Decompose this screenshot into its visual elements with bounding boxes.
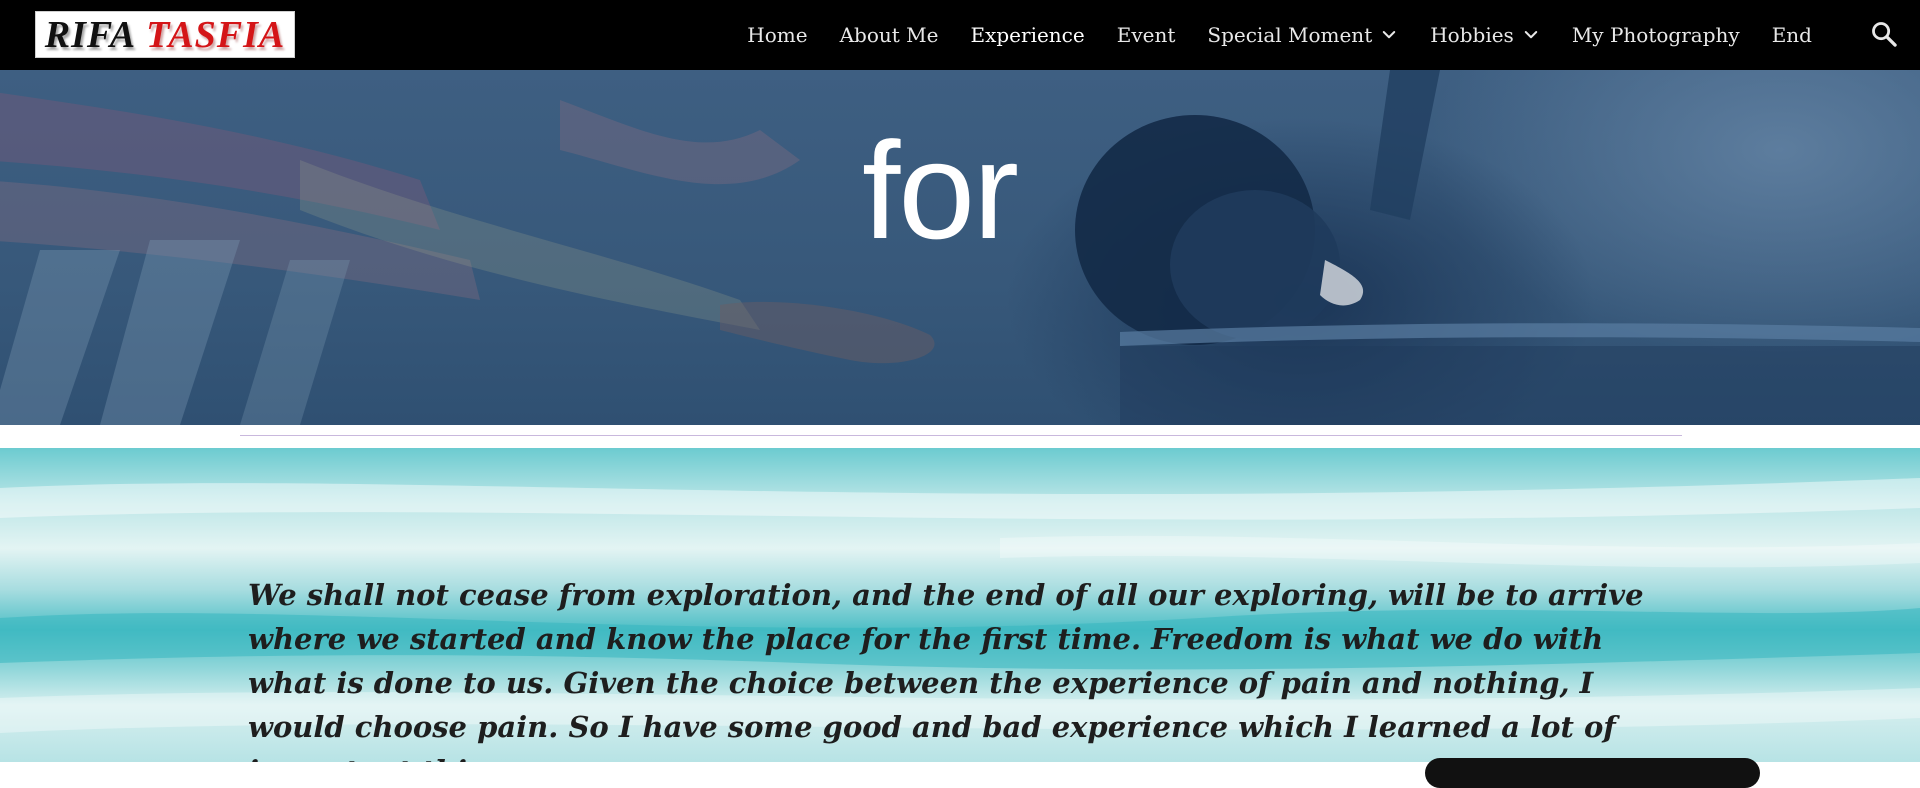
nav-item-label: Special Moment (1207, 23, 1373, 47)
nav-item-event[interactable]: Event (1117, 23, 1176, 47)
chevron-down-icon[interactable] (1380, 26, 1398, 44)
nav-item-experience[interactable]: Experience (970, 23, 1084, 47)
nav-item-home[interactable]: Home (747, 23, 807, 47)
nav-item-special-moment[interactable]: Special Moment (1207, 23, 1398, 47)
nav-item-label: Hobbies (1430, 23, 1514, 47)
nav-item-end[interactable]: End (1772, 23, 1812, 47)
hero-overlay-text: for (862, 114, 1019, 268)
search-icon[interactable] (1870, 20, 1898, 48)
nav-item-label: About Me (839, 23, 939, 47)
section-divider (240, 435, 1682, 436)
partial-button[interactable] (1425, 758, 1760, 788)
nav-item-label: End (1771, 23, 1812, 47)
logo-text-second: TASFIA (146, 13, 286, 56)
site-logo[interactable]: RIFA TASFIA (35, 11, 295, 58)
nav-item-about-me[interactable]: About Me (840, 23, 939, 47)
nav-item-label: My Photography (1571, 23, 1740, 47)
chevron-down-icon[interactable] (1522, 26, 1540, 44)
nav-item-hobbies[interactable]: Hobbies (1430, 23, 1540, 47)
nav-item-label: Experience (970, 23, 1085, 47)
main-navigation: Home About Me Experience Event Special M… (715, 0, 1812, 70)
nav-item-label: Event (1116, 23, 1176, 47)
quote-section: We shall not cease from exploration, and… (0, 448, 1920, 762)
hero-overlay-text-fragment (290, 70, 1590, 82)
logo-text-first: RIFA (44, 13, 137, 56)
nav-item-my-photography[interactable]: My Photography (1572, 23, 1740, 47)
nav-item-label: Home (747, 23, 808, 47)
site-header: RIFA TASFIA Home About Me Experience Eve… (0, 0, 1920, 70)
experience-quote: We shall not cease from exploration, and… (248, 578, 1644, 762)
hero-banner: for (0, 70, 1920, 425)
